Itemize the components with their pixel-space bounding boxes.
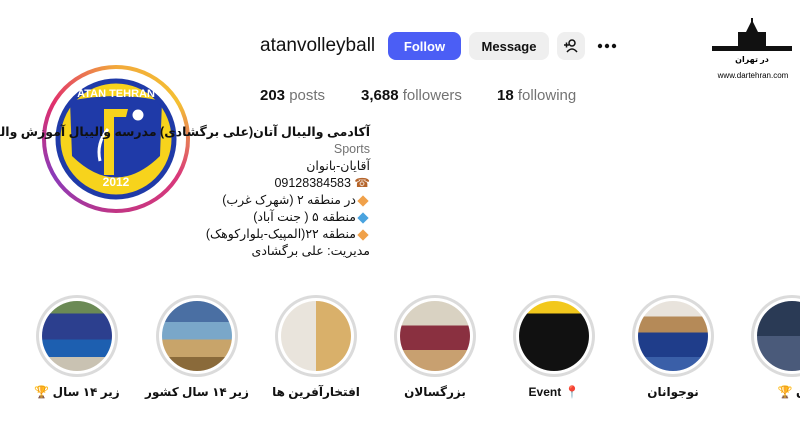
bio-category: Sports	[333, 142, 370, 156]
posts-count: 203	[260, 87, 286, 104]
highlight-circle[interactable]	[513, 295, 595, 377]
bio-phone-line: 09128384583 ☎	[70, 175, 370, 192]
highlight-cover	[519, 301, 589, 371]
highlight-label[interactable]: Event 📍	[494, 385, 614, 399]
followers-stat[interactable]: 3,688 followers	[361, 87, 462, 104]
bio-title: آکادمی والیبال آتان(علی برگشادی) مدرسه و…	[0, 125, 370, 139]
highlight-circle[interactable]	[632, 295, 714, 377]
highlight-label[interactable]: زیر ۱۴ سال کشور	[137, 385, 257, 399]
bio-manager: مدیریت: علی برگشادی	[251, 244, 370, 258]
bio-area-1: در منطقه ۲ (شهرک غرب)	[70, 192, 370, 209]
watermark-title: در تهران	[735, 55, 769, 64]
highlight-circle[interactable]	[156, 295, 238, 377]
highlight-circle[interactable]	[275, 295, 357, 377]
highlight-circle[interactable]	[751, 295, 800, 377]
profile-username: atanvolleyball	[260, 35, 376, 56]
more-options-button[interactable]	[595, 36, 619, 56]
following-label: following	[517, 87, 577, 104]
orange-diamond-icon	[357, 229, 369, 241]
highlight-circle[interactable]	[36, 295, 118, 377]
logo-top-text: ATAN TEHRAN	[77, 88, 155, 100]
highlight-cover	[757, 301, 800, 371]
highlight-label[interactable]: افتخارآفرین ها	[256, 385, 376, 399]
orange-diamond-icon	[357, 195, 369, 207]
following-stat[interactable]: 18 following	[497, 87, 576, 104]
follow-button[interactable]: Follow	[388, 32, 461, 60]
highlight-cover	[162, 301, 232, 371]
followers-count: 3,688	[361, 87, 399, 104]
posts-label: posts	[289, 87, 326, 104]
highlight-cover	[42, 301, 112, 371]
dartehran-logo	[712, 18, 792, 51]
highlight-label[interactable]: بزرگسالان	[375, 385, 495, 399]
highlight-cover	[638, 301, 708, 371]
bio-area-3: منطقه ۲۲(المپیک-بلوارکوهک)	[70, 226, 370, 243]
highlight-label[interactable]: نوجوانان	[613, 385, 733, 399]
highlight-circle[interactable]	[394, 295, 476, 377]
suggest-user-button[interactable]	[557, 32, 585, 60]
highlight-cover	[281, 301, 351, 371]
profile-bio: آکادمی والیبال آتان(علی برگشادی) مدرسه و…	[0, 124, 370, 260]
watermark-url: www.dartehran.com	[717, 71, 789, 80]
highlight-label[interactable]: 🏆 ن	[732, 385, 800, 399]
bio-area-2: منطقه ۵ ( جنت آباد)	[70, 209, 370, 226]
more-icon	[597, 43, 617, 49]
highlight-label[interactable]: 🏆 زیر ۱۴ سال	[17, 385, 137, 399]
following-count: 18	[497, 87, 514, 104]
add-user-icon	[564, 39, 578, 53]
posts-stat: 203 posts	[260, 87, 325, 104]
phone-icon: ☎	[354, 176, 370, 190]
bio-gender-line: آقایان-بانوان	[306, 159, 370, 173]
highlight-cover	[400, 301, 470, 371]
blue-diamond-icon	[357, 212, 369, 224]
bio-phone: 09128384583	[274, 176, 351, 190]
message-button[interactable]: Message	[469, 32, 549, 60]
followers-label: followers	[402, 87, 462, 104]
